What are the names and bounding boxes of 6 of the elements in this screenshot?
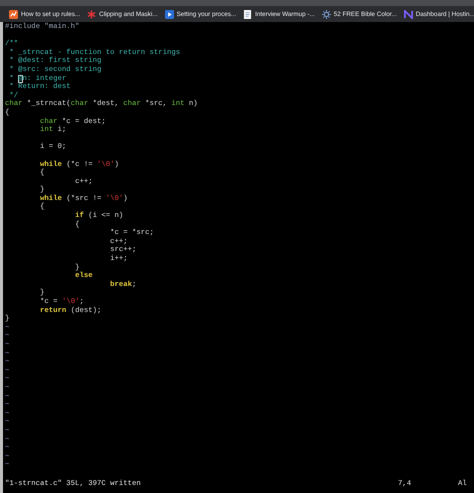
document-icon	[243, 10, 252, 18]
chart-icon	[9, 10, 18, 18]
sun-icon	[322, 10, 331, 18]
play-icon	[164, 10, 174, 18]
asterisk-icon	[87, 10, 96, 18]
letter-icon	[404, 10, 413, 18]
